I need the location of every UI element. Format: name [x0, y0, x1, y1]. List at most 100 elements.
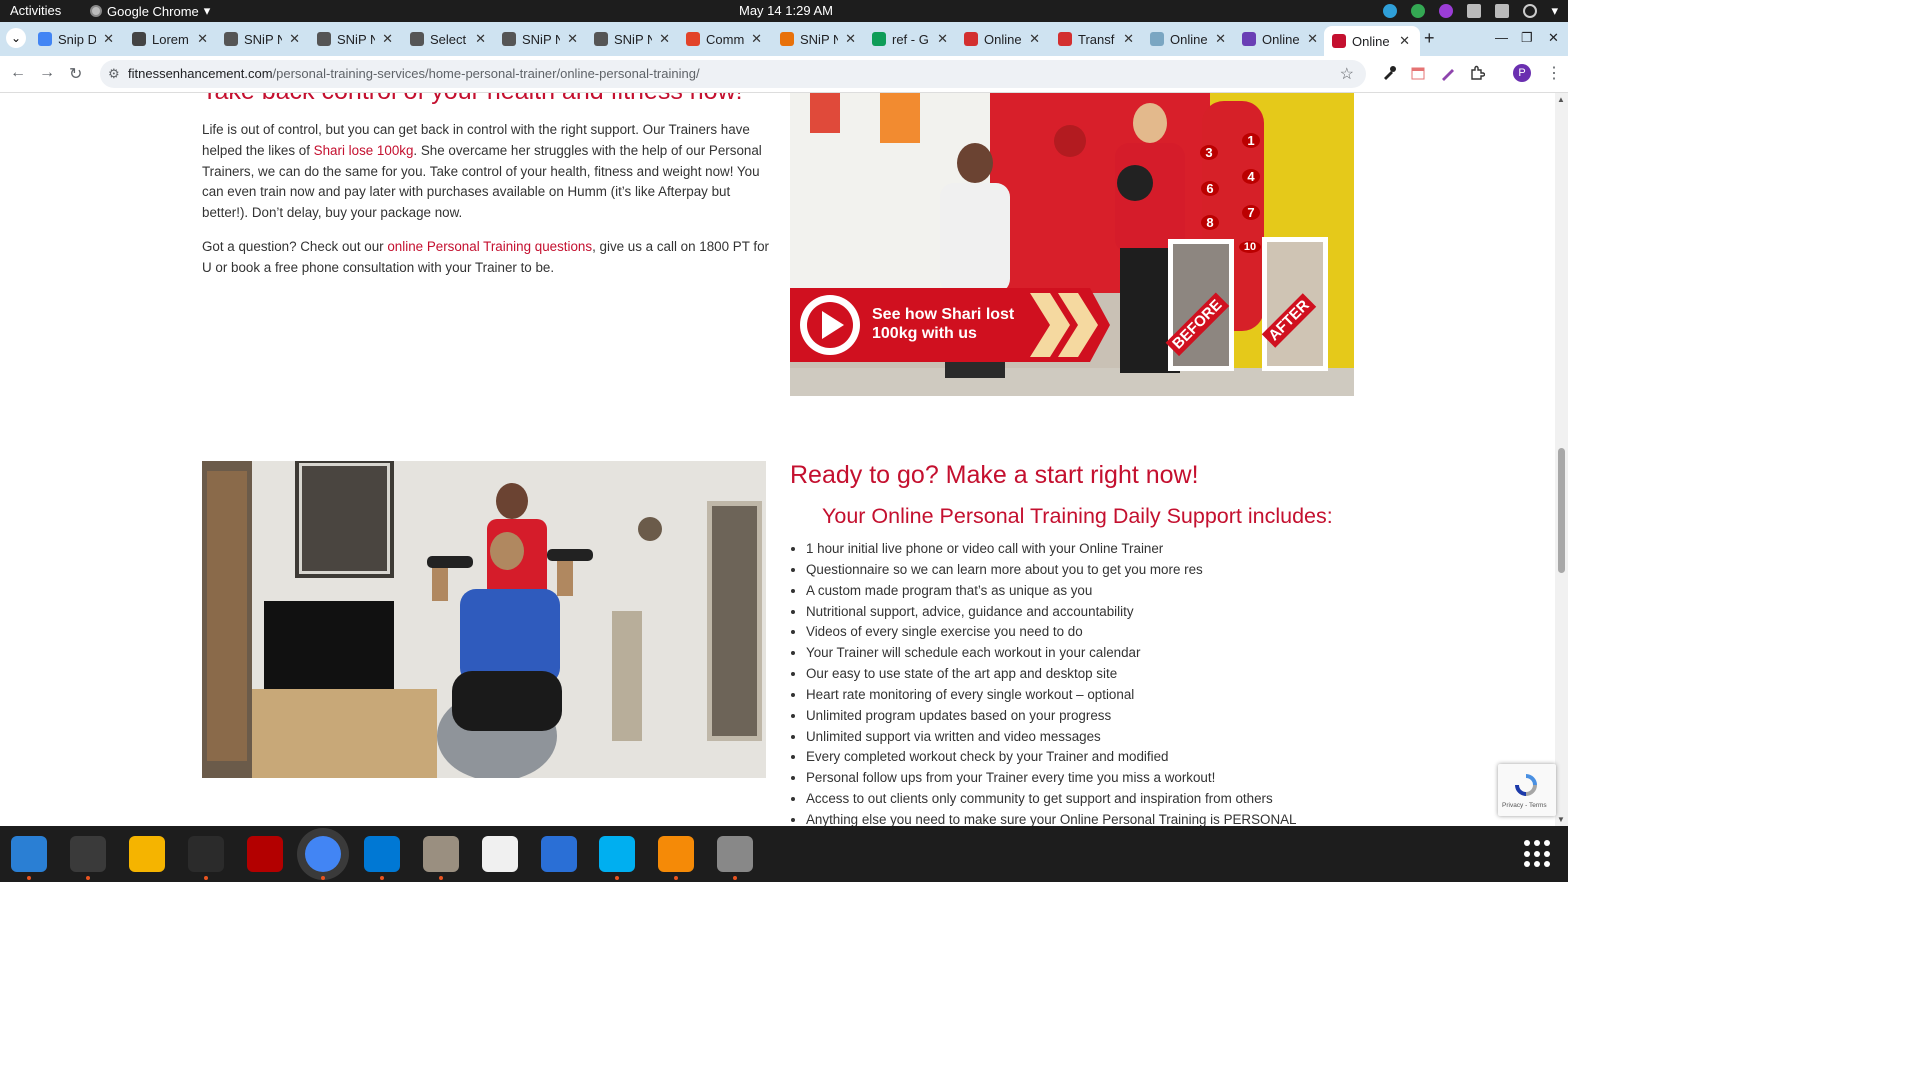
activities-button[interactable]: Activities — [10, 3, 61, 18]
snip-icon — [317, 32, 331, 46]
terminal-icon[interactable] — [70, 836, 106, 872]
close-tab-icon[interactable]: ✕ — [1029, 31, 1040, 47]
scroll-up-icon[interactable]: ▲ — [1557, 95, 1565, 104]
app-menu[interactable]: Google Chrome ▾ — [90, 3, 210, 19]
app-grid-icon[interactable] — [1524, 840, 1552, 868]
calendar-extension-icon[interactable] — [1410, 65, 1426, 81]
profile-avatar[interactable]: P — [1513, 64, 1531, 82]
tab-label: SNiP N — [614, 31, 652, 47]
recaptcha-badge[interactable]: Privacy - Terms — [1498, 764, 1556, 816]
tab[interactable]: Lorem ✕ — [126, 26, 212, 52]
back-button[interactable]: ← — [10, 64, 26, 82]
eyedropper-extension-icon[interactable] — [1381, 65, 1397, 81]
tab[interactable]: Snip D ✕ — [32, 26, 118, 52]
libreoffice-writer-icon[interactable] — [541, 836, 577, 872]
text-editor-icon[interactable] — [482, 836, 518, 872]
app-name: Google Chrome — [107, 3, 199, 19]
section-heading: Take back control of your health and fit… — [202, 93, 743, 106]
tab-strip: ⌄ Snip D ✕ Lorem ✕ SNiP N ✕ SNiP N ✕ Select ✕ SNiP… — [0, 22, 1568, 56]
close-tab-icon[interactable]: ✕ — [845, 31, 856, 47]
tab[interactable]: SNiP N ✕ — [588, 26, 674, 52]
files-icon[interactable] — [423, 836, 459, 872]
shari-story-link[interactable]: Shari lose 100kg — [314, 143, 414, 158]
tab[interactable]: Online ✕ — [1324, 26, 1420, 56]
fe-icon — [1332, 34, 1346, 48]
blender-icon[interactable] — [658, 836, 694, 872]
bag-number: 7 — [1242, 205, 1260, 220]
tab[interactable]: SNiP N ✕ — [774, 26, 860, 52]
thunderbird-icon[interactable] — [11, 836, 47, 872]
app-tray-icon[interactable] — [1439, 4, 1454, 18]
tab[interactable]: Online ✕ — [958, 26, 1044, 52]
close-tab-icon[interactable]: ✕ — [1215, 31, 1226, 47]
training-photo — [202, 461, 766, 778]
skype-icon[interactable] — [599, 836, 635, 872]
clock[interactable]: May 14 1:29 AM — [739, 3, 833, 18]
extension-tray-icon[interactable] — [1383, 4, 1398, 18]
tab[interactable]: Select ✕ — [404, 26, 490, 52]
calculator-icon[interactable] — [129, 836, 165, 872]
banner-illustration — [790, 93, 1354, 396]
chevron-down-icon[interactable]: ▾ — [1551, 3, 1558, 19]
close-tab-icon[interactable]: ✕ — [475, 31, 486, 47]
site-info-icon[interactable]: ⚙ — [108, 66, 120, 82]
close-tab-icon[interactable]: ✕ — [659, 31, 670, 47]
close-tab-icon[interactable]: ✕ — [1307, 31, 1318, 47]
volume-icon[interactable] — [1495, 4, 1510, 18]
tab-label: Transf — [1078, 31, 1115, 47]
close-tab-icon[interactable]: ✕ — [567, 31, 578, 47]
address-bar[interactable]: ⚙ fitnessenhancement.com/personal-traini… — [100, 60, 1366, 88]
close-tab-icon[interactable]: ✕ — [289, 31, 300, 47]
system-monitor-icon[interactable] — [188, 836, 224, 872]
close-tab-icon[interactable]: ✕ — [1399, 33, 1410, 49]
sheets-icon — [872, 32, 886, 46]
tab[interactable]: SNiP N ✕ — [218, 26, 304, 52]
scroll-down-icon[interactable]: ▼ — [1557, 815, 1565, 824]
close-tab-icon[interactable]: ✕ — [937, 31, 948, 47]
extensions-puzzle-icon[interactable] — [1469, 65, 1485, 81]
vscode-icon[interactable] — [364, 836, 400, 872]
disks-icon[interactable] — [717, 836, 753, 872]
bookmark-star-icon[interactable]: ☆ — [1340, 64, 1354, 84]
url-text[interactable]: fitnessenhancement.com/personal-training… — [128, 66, 700, 81]
page-scrollbar[interactable]: ▲ ▼ — [1555, 93, 1568, 826]
chrome-icon — [90, 5, 102, 17]
tab[interactable]: Online ✕ — [1144, 26, 1230, 52]
recaptcha-links[interactable]: Privacy - Terms — [1502, 802, 1547, 809]
tab-label: Online — [1170, 31, 1208, 47]
forward-button[interactable]: → — [39, 64, 55, 82]
close-window-icon[interactable]: ✕ — [1548, 30, 1559, 46]
tab[interactable]: Transf ✕ — [1052, 26, 1138, 52]
shari-video-banner[interactable]: See how Shari lost 100kg with us BEFORE … — [790, 93, 1354, 396]
pen-extension-icon[interactable] — [1440, 65, 1456, 81]
close-tab-icon[interactable]: ✕ — [197, 31, 208, 47]
chrome-menu-icon[interactable]: ⋮ — [1546, 63, 1562, 83]
update-tray-icon[interactable] — [1411, 4, 1426, 18]
tab[interactable]: Online ✕ — [1236, 26, 1322, 52]
faq-link[interactable]: online Personal Training questions — [387, 239, 592, 254]
tab[interactable]: SNiP N ✕ — [496, 26, 582, 52]
restore-icon[interactable]: ❐ — [1521, 30, 1533, 46]
scrollbar-thumb[interactable] — [1558, 448, 1565, 573]
tab[interactable]: Comm ✕ — [680, 26, 766, 52]
new-tab-button[interactable]: + — [1424, 28, 1435, 49]
url-path: /personal-training-services/home-persona… — [272, 66, 700, 81]
system-tray[interactable]: ▾ — [1383, 3, 1558, 19]
filezilla-icon[interactable] — [247, 836, 283, 872]
close-tab-icon[interactable]: ✕ — [382, 31, 393, 47]
reload-button[interactable]: ↻ — [69, 64, 82, 84]
taskbar-dock — [0, 826, 1568, 882]
tab-search-button[interactable]: ⌄ — [6, 28, 26, 48]
minimize-icon[interactable]: — — [1495, 30, 1508, 45]
network-icon[interactable] — [1467, 4, 1482, 18]
close-tab-icon[interactable]: ✕ — [751, 31, 762, 47]
running-indicator — [733, 876, 737, 880]
close-tab-icon[interactable]: ✕ — [1123, 31, 1134, 47]
tab[interactable]: ref - G ✕ — [866, 26, 952, 52]
intro-paragraph: Life is out of control, but you can get … — [202, 120, 772, 224]
tab[interactable]: SNiP N ✕ — [311, 26, 397, 52]
power-icon[interactable] — [1523, 4, 1538, 18]
close-tab-icon[interactable]: ✕ — [103, 31, 114, 47]
chrome-icon[interactable] — [305, 836, 341, 872]
snip-icon — [594, 32, 608, 46]
